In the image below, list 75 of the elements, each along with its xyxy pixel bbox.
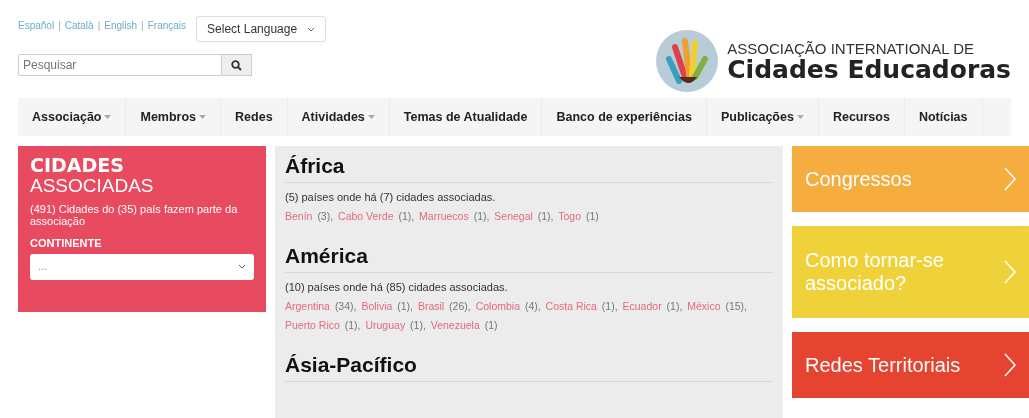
continent-summary: (5) países onde há (7) cidades associadas. — [285, 191, 497, 203]
country-link[interactable]: Marruecos — [419, 210, 469, 222]
caret-icon — [367, 115, 375, 119]
continent-select[interactable]: ... — [30, 253, 254, 280]
country-link[interactable]: Brasil — [417, 300, 445, 312]
search-field[interactable]: Pesquisar — [18, 54, 222, 76]
logo-title: Cidades Educadoras — [727, 57, 1011, 82]
nav-item[interactable]: Recursos — [818, 98, 905, 136]
chevron-right-icon — [1003, 259, 1017, 285]
nav-item[interactable]: Associação — [18, 98, 127, 136]
country-link[interactable]: Benín — [285, 210, 313, 222]
country-link[interactable]: Colombia — [475, 300, 520, 312]
promo-link[interactable]: Congressos — [792, 146, 1029, 212]
city-count: (1), — [601, 300, 618, 312]
country-link[interactable]: Costa Rica — [545, 300, 597, 312]
country-link[interactable]: Togo — [558, 210, 582, 222]
chevron-right-icon — [1003, 166, 1017, 192]
city-count: (1), — [537, 210, 554, 222]
continent-heading: Ásia-Pacífico — [285, 353, 773, 382]
logo-icon — [655, 29, 720, 93]
search-button[interactable] — [222, 54, 252, 76]
chevron-right-icon — [1003, 352, 1017, 378]
language-link[interactable]: English — [104, 20, 138, 31]
city-count: (26), — [449, 300, 471, 312]
caret-icon — [199, 115, 207, 119]
nav-item[interactable]: Redes — [221, 98, 288, 136]
caret-icon — [104, 115, 112, 119]
country-link[interactable]: Bolivia — [361, 300, 393, 312]
panel-title: CIDADES — [30, 155, 125, 176]
city-count: (1), — [344, 319, 361, 331]
country-link[interactable]: Senegal — [494, 210, 533, 222]
city-count: (1), — [410, 319, 426, 331]
panel-summary: (491) Cidades do (35) país fazem parte da associação — [30, 202, 239, 227]
panel-subtitle: ASSOCIADAS — [30, 175, 155, 197]
city-count: (1), — [398, 210, 415, 222]
country-link[interactable]: Venezuela — [430, 319, 480, 331]
continent-heading: África — [285, 154, 773, 183]
city-count: (1), — [666, 300, 683, 312]
city-count: (1), — [397, 300, 413, 312]
city-count: (1), — [473, 210, 490, 222]
city-count: (34), — [334, 300, 357, 312]
nav-item[interactable]: Notícias — [904, 98, 983, 136]
separator: | — [58, 20, 61, 31]
nav-item[interactable]: Atividades — [287, 98, 390, 136]
nav-item[interactable]: Temas de Atualidade — [389, 98, 543, 136]
nav-item[interactable]: Banco de experiências — [542, 98, 707, 136]
logo-subtitle: ASSOCIAÇÃO INTERNATIONAL DE — [727, 40, 975, 57]
continent-heading: América — [285, 244, 773, 273]
chevron-down-icon — [238, 264, 246, 270]
country-link[interactable]: México — [687, 300, 721, 312]
country-link[interactable]: Cabo Verde — [338, 210, 394, 222]
promo-link[interactable]: Como tornar-se associado? — [792, 226, 1029, 318]
continent-summary: (10) países onde há (85) cidades associadas. — [285, 281, 509, 293]
caret-icon — [796, 115, 804, 119]
country-link[interactable]: Puerto Rico — [285, 319, 340, 331]
country-link[interactable]: Uruguay — [365, 319, 406, 331]
separator: | — [141, 20, 144, 31]
language-link[interactable]: Català — [64, 20, 94, 31]
language-select[interactable]: Select Language — [196, 16, 327, 42]
city-count: (1) — [484, 319, 498, 331]
language-link[interactable]: Español — [18, 20, 55, 31]
city-count: (3), — [317, 210, 334, 222]
country-link[interactable]: Ecuador — [622, 300, 662, 312]
city-count: (1) — [585, 210, 599, 222]
filter-label: CONTINENTE — [30, 236, 103, 249]
separator: | — [97, 20, 101, 31]
language-link[interactable]: Français — [147, 20, 187, 31]
nav-item[interactable]: Publicações — [706, 98, 819, 136]
nav-item[interactable]: Membros — [126, 98, 222, 136]
promo-link[interactable]: Redes Territoriais — [792, 332, 1029, 398]
search-icon — [231, 59, 242, 71]
city-count: (15), — [725, 300, 747, 312]
country-link[interactable]: Argentina — [285, 300, 330, 312]
city-count: (4), — [524, 300, 541, 312]
chevron-down-icon — [307, 26, 316, 32]
